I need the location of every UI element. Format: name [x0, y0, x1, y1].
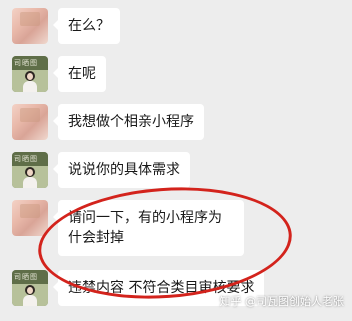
message-bubble[interactable]: 我想做个相亲小程序	[53, 104, 204, 140]
message-text: 说说你的具体需求	[68, 162, 180, 178]
avatar[interactable]	[12, 104, 48, 140]
message-bubble[interactable]: 在么？	[53, 8, 120, 44]
message-row: 司晒图 在呢	[12, 56, 106, 92]
message-bubble[interactable]: 在呢	[53, 56, 106, 92]
avatar[interactable]: 司晒图	[12, 152, 48, 188]
avatar[interactable]: 司晒图	[12, 270, 48, 306]
message-bubble[interactable]: 说说你的具体需求	[53, 152, 190, 188]
avatar[interactable]	[12, 200, 48, 236]
message-text: 在么？	[68, 18, 110, 34]
message-text: 我想做个相亲小程序	[68, 114, 194, 130]
message-text: 在呢	[68, 66, 96, 82]
message-row: 我想做个相亲小程序	[12, 104, 204, 140]
avatar[interactable]: 司晒图	[12, 56, 48, 92]
message-row: 在么？	[12, 8, 120, 44]
avatar[interactable]	[12, 8, 48, 44]
watermark: 知乎 @司瓦图创始人老张	[219, 295, 345, 308]
message-row: 司晒图 说说你的具体需求	[12, 152, 190, 188]
